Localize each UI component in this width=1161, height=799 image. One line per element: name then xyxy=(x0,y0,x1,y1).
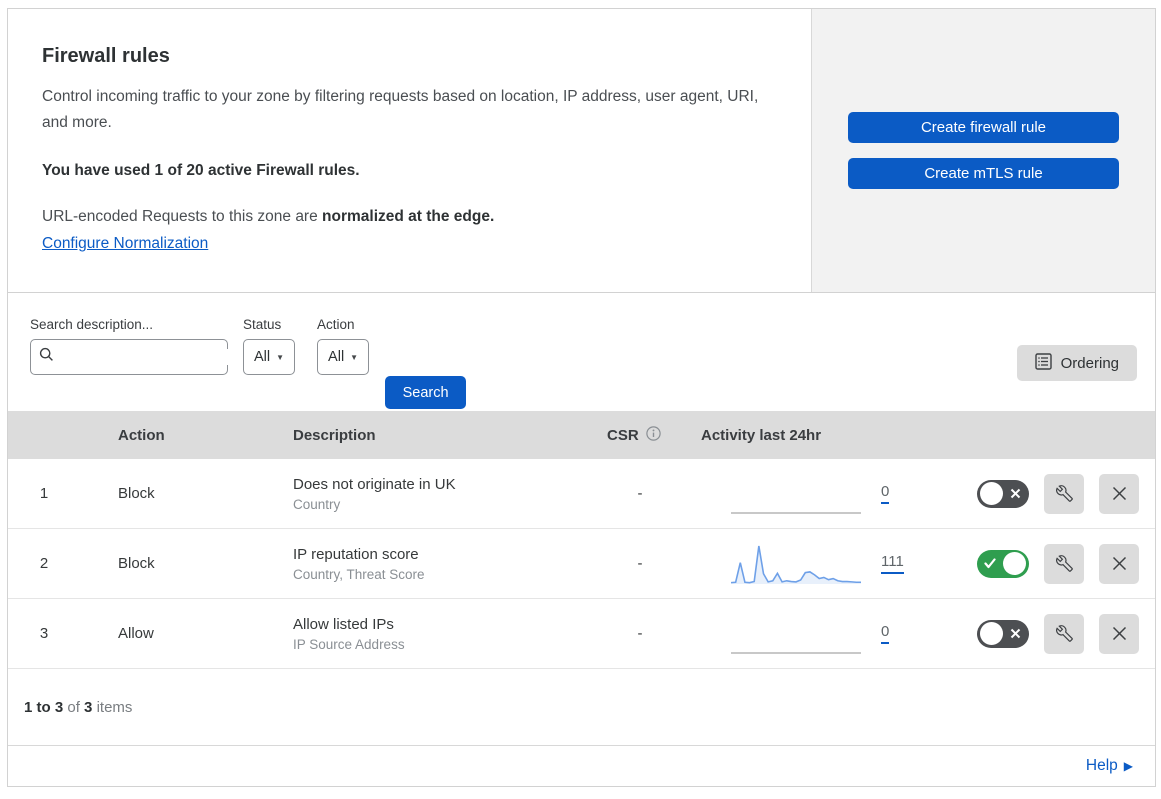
info-icon[interactable] xyxy=(645,425,661,445)
rule-description: Does not originate in UK xyxy=(293,475,456,493)
usage-notice: You have used 1 of 20 active Firewall ru… xyxy=(42,162,360,180)
activity-count-link[interactable]: 0 xyxy=(881,483,890,504)
rule-description-cell: IP reputation score Country, Threat Scor… xyxy=(285,546,585,582)
activity-count-link[interactable]: 111 xyxy=(881,553,904,574)
activity-count-link[interactable]: 0 xyxy=(881,623,890,644)
rule-fields: Country xyxy=(293,496,341,512)
rule-enabled-toggle[interactable] xyxy=(977,549,1029,578)
search-label: Search description... xyxy=(30,317,154,332)
rule-csr: - xyxy=(637,555,643,572)
rule-controls xyxy=(935,613,1155,654)
delete-rule-button[interactable] xyxy=(1099,543,1139,584)
intro-panel: Firewall rules Control incoming traffic … xyxy=(8,9,811,292)
activity-sparkline xyxy=(731,511,861,514)
toggle-knob xyxy=(1003,552,1026,575)
delete-rule-button[interactable] xyxy=(1099,473,1139,514)
edit-rule-button[interactable] xyxy=(1044,613,1084,654)
column-csr: CSR xyxy=(585,425,695,445)
rule-description-cell: Allow listed IPs IP Source Address xyxy=(285,616,585,652)
actions-panel: Create firewall rule Create mTLS rule xyxy=(811,9,1155,292)
chevron-down-icon: ▼ xyxy=(276,352,285,362)
search-button[interactable]: Search xyxy=(385,376,467,409)
pagination-status: 1 to 3 of 3 items xyxy=(8,669,1155,746)
rule-description-cell: Does not originate in UK Country xyxy=(285,476,585,512)
rule-action: Allow xyxy=(118,625,154,642)
table-row: 3 Allow Allow listed IPs IP Source Addre… xyxy=(8,599,1155,669)
rule-activity-cell: 0 xyxy=(695,472,935,516)
action-value: All xyxy=(328,349,345,365)
check-icon xyxy=(984,557,996,569)
pagination-range: 1 to 3 xyxy=(24,699,64,716)
status-value: All xyxy=(254,349,271,365)
ordering-label: Ordering xyxy=(1060,354,1119,372)
arrow-right-icon: ▶ xyxy=(1123,759,1133,773)
x-icon xyxy=(1010,488,1021,499)
activity-sparkline xyxy=(731,545,861,584)
create-firewall-rule-button[interactable]: Create firewall rule xyxy=(848,112,1119,143)
x-icon xyxy=(1010,628,1021,639)
rule-enabled-toggle[interactable] xyxy=(977,619,1029,648)
help-footer: Help ▶ xyxy=(8,746,1155,786)
rule-csr: - xyxy=(637,625,643,642)
help-link[interactable]: Help ▶ xyxy=(1086,757,1133,775)
column-action: Action xyxy=(118,426,165,444)
configure-normalization-link[interactable]: Configure Normalization xyxy=(42,235,208,252)
rule-controls xyxy=(935,543,1155,584)
normalization-notice: URL-encoded Requests to this zone are no… xyxy=(42,208,495,226)
ordering-button[interactable]: Ordering xyxy=(1016,345,1137,381)
list-icon xyxy=(1034,352,1052,374)
rule-fields: IP Source Address xyxy=(293,636,405,652)
rule-csr: - xyxy=(637,485,643,502)
column-description: Description xyxy=(293,426,376,444)
table-row: 1 Block Does not originate in UK Country… xyxy=(8,459,1155,529)
search-icon xyxy=(39,347,54,367)
filter-bar: Search description... Status All ▼ Actio… xyxy=(8,293,1155,411)
delete-rule-button[interactable] xyxy=(1099,613,1139,654)
rule-priority: 2 xyxy=(39,555,49,572)
rule-activity-cell: 111 xyxy=(695,542,935,586)
page-title: Firewall rules xyxy=(42,45,170,67)
rule-priority: 3 xyxy=(39,625,49,642)
toggle-knob xyxy=(980,622,1003,645)
table-header: Action Description CSR Activity last 24h… xyxy=(8,411,1155,459)
action-label: Action xyxy=(317,317,355,332)
rule-priority: 1 xyxy=(39,485,49,502)
column-activity: Activity last 24hr xyxy=(701,426,822,444)
firewall-rules-card: Firewall rules Control incoming traffic … xyxy=(7,8,1156,787)
top-section: Firewall rules Control incoming traffic … xyxy=(8,9,1155,293)
activity-sparkline xyxy=(731,651,861,654)
rule-action: Block xyxy=(118,555,155,572)
pagination-total: 3 xyxy=(84,699,93,716)
search-input[interactable] xyxy=(61,349,242,365)
rule-activity-cell: 0 xyxy=(695,612,935,656)
edit-rule-button[interactable] xyxy=(1044,473,1084,514)
status-label: Status xyxy=(243,317,282,332)
rule-controls xyxy=(935,473,1155,514)
rule-fields: Country, Threat Score xyxy=(293,566,425,582)
rule-action: Block xyxy=(118,485,155,502)
action-filter-group: Action All ▼ xyxy=(317,317,370,411)
rule-enabled-toggle[interactable] xyxy=(977,479,1029,508)
create-mtls-rule-button[interactable]: Create mTLS rule xyxy=(848,158,1119,189)
page-description: Control incoming traffic to your zone by… xyxy=(42,88,759,132)
status-filter-group: Status All ▼ xyxy=(243,317,296,411)
rule-description: IP reputation score xyxy=(293,545,419,563)
search-group: Search description... xyxy=(30,317,242,411)
help-label: Help xyxy=(1085,757,1118,774)
edit-rule-button[interactable] xyxy=(1044,543,1084,584)
chevron-down-icon: ▼ xyxy=(350,352,359,362)
toggle-knob xyxy=(980,482,1003,505)
action-dropdown[interactable]: All ▼ xyxy=(317,339,370,375)
status-dropdown[interactable]: All ▼ xyxy=(243,339,296,375)
rule-description: Allow listed IPs xyxy=(293,615,394,633)
search-input-wrapper xyxy=(30,339,242,375)
table-row: 2 Block IP reputation score Country, Thr… xyxy=(8,529,1155,599)
